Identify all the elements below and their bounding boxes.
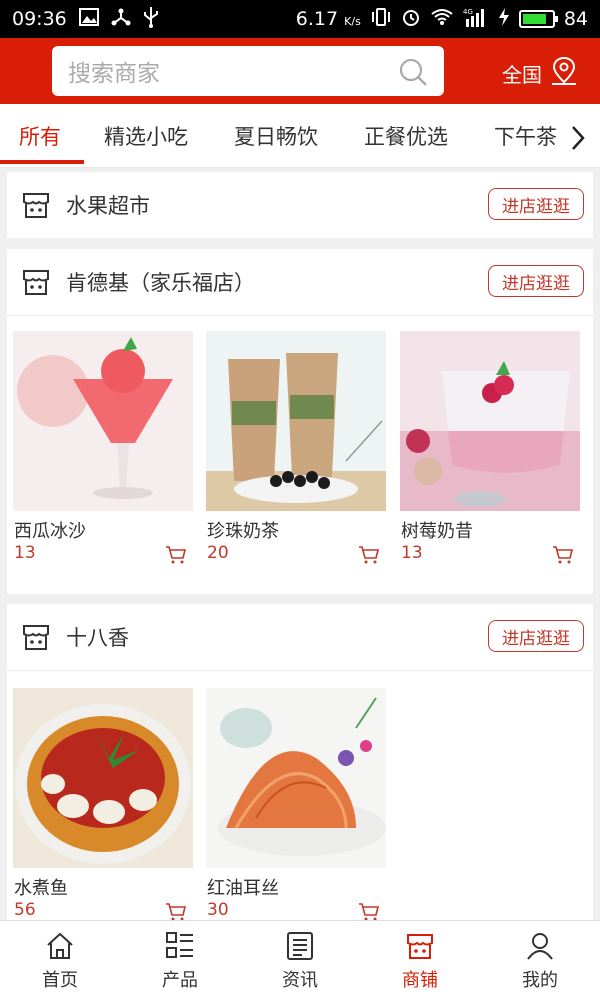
search-placeholder: 搜索商家 <box>68 61 160 87</box>
product-price: 13 <box>401 543 423 563</box>
product-name: 红油耳丝 <box>207 878 279 899</box>
product-price: 56 <box>14 900 36 920</box>
chevron-right-icon[interactable] <box>568 124 588 156</box>
active-tab-indicator <box>0 160 84 164</box>
cart-icon[interactable] <box>165 545 187 565</box>
nav-news[interactable]: 资讯 <box>240 921 360 1000</box>
visit-store-button[interactable]: 进店逛逛 <box>488 620 584 652</box>
cart-icon[interactable] <box>358 545 380 565</box>
nav-products[interactable]: 产品 <box>120 921 240 1000</box>
visit-store-button[interactable]: 进店逛逛 <box>488 265 584 297</box>
product-list-icon <box>166 932 193 958</box>
store-name: 十八香 <box>66 626 129 650</box>
nav-stores[interactable]: 商铺 <box>360 921 480 1000</box>
status-bar: 09:36 6.17 K/s 4G 84 <box>0 0 600 38</box>
search-icon[interactable] <box>398 57 428 87</box>
store-icon <box>21 267 51 297</box>
nav-home[interactable]: 首页 <box>0 921 120 1000</box>
cart-icon[interactable] <box>358 902 380 922</box>
signal-icon: 4G <box>463 7 489 32</box>
network-speed: 6.17 K/s <box>295 8 361 30</box>
product-card[interactable]: 树莓奶昔 13 <box>400 331 580 564</box>
product-image <box>13 688 193 868</box>
battery-icon <box>518 10 558 28</box>
category-tabs: 所有 精选小吃 夏日畅饮 正餐优选 下午茶 <box>0 104 600 168</box>
store-card: 肯德基（家乐福店） 进店逛逛 西瓜冰沙 13 珍珠奶茶 20 树莓奶昔 13 <box>7 249 593 594</box>
home-icon <box>47 932 73 959</box>
divider <box>7 670 593 671</box>
store-header[interactable]: 十八香 进店逛逛 <box>7 604 593 670</box>
product-price: 20 <box>207 543 229 563</box>
divider <box>7 315 593 316</box>
store-icon <box>21 190 51 220</box>
nav-home-label: 首页 <box>42 970 78 991</box>
usb-icon <box>143 6 159 33</box>
product-name: 珍珠奶茶 <box>207 521 279 542</box>
product-card[interactable]: 西瓜冰沙 13 <box>13 331 193 564</box>
product-name: 水煮鱼 <box>14 878 68 899</box>
svg-text:4G: 4G <box>463 8 473 16</box>
product-image <box>400 331 580 511</box>
cart-icon[interactable] <box>552 545 574 565</box>
store-card: 十八香 进店逛逛 水煮鱼 56 红油耳丝 30 <box>7 604 593 921</box>
battery-level: 84 <box>563 8 588 30</box>
product-name: 树莓奶昔 <box>401 521 473 542</box>
tab-main-meals[interactable]: 正餐优选 <box>364 121 448 151</box>
charging-icon <box>498 7 510 32</box>
product-card[interactable]: 红油耳丝 30 <box>206 688 386 921</box>
tab-snacks[interactable]: 精选小吃 <box>104 121 188 151</box>
nav-stores-label: 商铺 <box>402 970 438 991</box>
user-icon <box>527 933 553 960</box>
status-time: 09:36 <box>12 8 67 30</box>
search-input[interactable]: 搜索商家 <box>52 46 444 96</box>
cart-icon[interactable] <box>165 902 187 922</box>
tab-afternoon-tea[interactable]: 下午茶 <box>494 121 557 151</box>
product-name: 西瓜冰沙 <box>14 521 86 542</box>
store-icon <box>407 934 433 959</box>
tab-all[interactable]: 所有 <box>19 121 61 151</box>
nav-products-label: 产品 <box>162 970 198 991</box>
store-card: 水果超市 进店逛逛 <box>7 172 593 238</box>
header: 搜索商家 全国 <box>0 38 600 104</box>
vibrate-icon <box>370 7 392 32</box>
product-image <box>206 331 386 511</box>
product-price: 13 <box>14 543 36 563</box>
store-header[interactable]: 肯德基（家乐福店） 进店逛逛 <box>7 249 593 315</box>
gallery-icon <box>78 7 99 31</box>
nav-mine[interactable]: 我的 <box>480 921 600 1000</box>
product-card[interactable]: 水煮鱼 56 <box>13 688 193 921</box>
visit-store-button[interactable]: 进店逛逛 <box>488 188 584 220</box>
store-icon <box>21 622 51 652</box>
share-icon <box>111 7 131 32</box>
product-price: 30 <box>207 900 229 920</box>
product-card[interactable]: 珍珠奶茶 20 <box>206 331 386 564</box>
product-image <box>206 688 386 868</box>
store-name: 肯德基（家乐福店） <box>66 271 255 295</box>
region-selector[interactable]: 全国 <box>502 56 578 91</box>
wifi-icon <box>430 8 454 31</box>
alarm-icon <box>401 7 421 32</box>
store-header[interactable]: 水果超市 进店逛逛 <box>7 172 593 238</box>
product-image <box>13 331 193 511</box>
nav-mine-label: 我的 <box>522 970 558 991</box>
tab-summer-drinks[interactable]: 夏日畅饮 <box>234 121 318 151</box>
nav-news-label: 资讯 <box>282 970 318 991</box>
store-name: 水果超市 <box>66 194 150 218</box>
region-label: 全国 <box>502 63 542 87</box>
news-icon <box>287 932 313 960</box>
bottom-navigation: 首页 产品 资讯 商铺 我的 <box>0 920 600 1000</box>
location-pin-icon <box>550 56 578 91</box>
